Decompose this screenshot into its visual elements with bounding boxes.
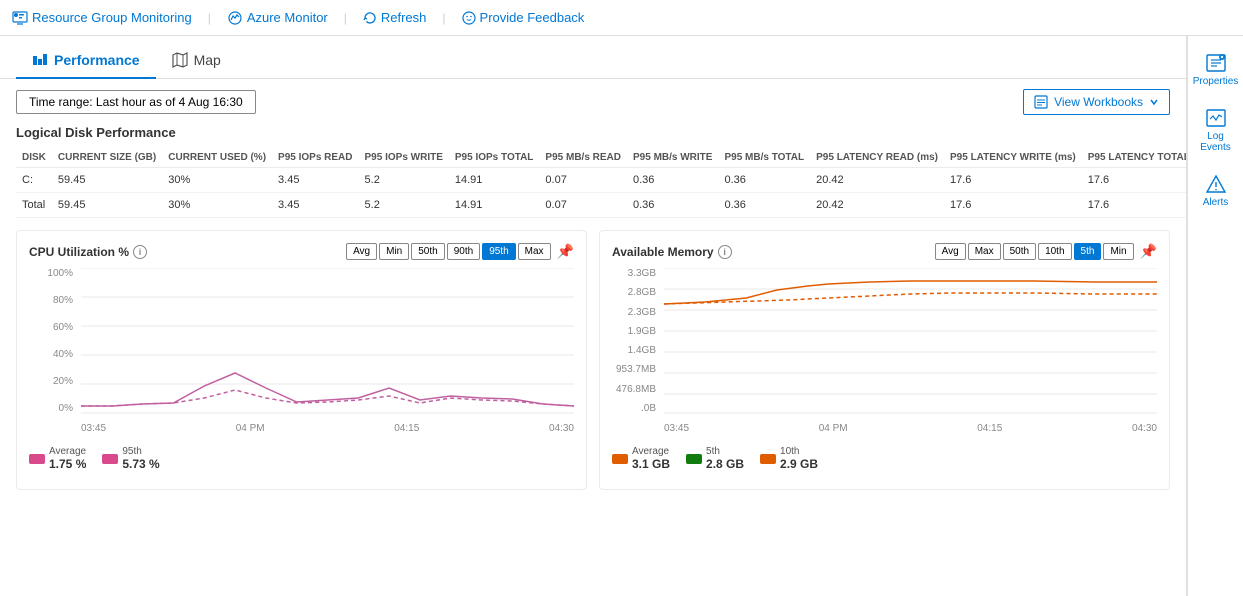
content-area: Performance Map Time range: Last hour as… <box>0 36 1187 596</box>
cpu-svg <box>81 268 574 414</box>
monitor-icon <box>12 10 28 26</box>
mem-10th-color <box>760 454 776 464</box>
cpu-legend-95th: 95th 5.73 % <box>102 446 159 471</box>
log-events-button[interactable]: Log Events <box>1188 99 1243 161</box>
disk-table-wrapper: DISK CURRENT SIZE (GB) CURRENT USED (%) … <box>0 148 1186 218</box>
memory-pin-icon[interactable]: 📌 <box>1140 243 1157 260</box>
mem-5th-btn[interactable]: 5th <box>1074 243 1102 260</box>
azure-monitor-icon <box>227 10 243 26</box>
mem-5th-color <box>686 454 702 464</box>
cpu-chart-title: CPU Utilization % i <box>29 245 147 259</box>
feedback-icon <box>462 11 476 25</box>
mem-max-btn[interactable]: Max <box>968 243 1001 260</box>
memory-chart-card: Available Memory i Avg Max 50th 10th 5th… <box>599 230 1170 490</box>
mem-legend-avg: Average 3.1 GB <box>612 446 670 471</box>
table-row: C:59.4530%3.455.214.910.070.360.3620.421… <box>16 168 1186 193</box>
log-events-icon <box>1205 107 1227 129</box>
cpu-50th-btn[interactable]: 50th <box>411 243 444 260</box>
mem-avg-btn[interactable]: Avg <box>935 243 966 260</box>
col-current-used: CURRENT USED (%) <box>162 148 272 168</box>
view-workbooks-button[interactable]: View Workbooks <box>1023 89 1170 115</box>
cpu-min-btn[interactable]: Min <box>379 243 409 260</box>
resource-group-monitoring-link[interactable]: Resource Group Monitoring <box>12 10 192 26</box>
disk-table-title: Logical Disk Performance <box>0 125 1186 148</box>
cpu-chart-buttons: Avg Min 50th 90th 95th Max 📌 <box>346 243 574 260</box>
col-p95-lat-read: P95 LATENCY READ (ms) <box>810 148 944 168</box>
cpu-chart-plot <box>81 268 574 414</box>
memory-svg <box>664 268 1157 414</box>
col-p95-mbs-total: P95 MB/s TOTAL <box>718 148 810 168</box>
cpu-95th-color <box>102 454 118 464</box>
refresh-icon <box>363 11 377 25</box>
main-container: Performance Map Time range: Last hour as… <box>0 36 1243 596</box>
col-p95-mbs-write: P95 MB/s WRITE <box>627 148 718 168</box>
table-header-row: DISK CURRENT SIZE (GB) CURRENT USED (%) … <box>16 148 1186 168</box>
cpu-chart-card: CPU Utilization % i Avg Min 50th 90th 95… <box>16 230 587 490</box>
memory-chart-legend: Average 3.1 GB 5th 2.8 GB <box>612 446 1157 471</box>
cpu-avg-color <box>29 454 45 464</box>
mem-50th-btn[interactable]: 50th <box>1003 243 1036 260</box>
memory-chart-title: Available Memory i <box>612 245 732 259</box>
cpu-95th-btn[interactable]: 95th <box>482 243 515 260</box>
alerts-button[interactable]: Alerts <box>1188 165 1243 216</box>
time-range-button[interactable]: Time range: Last hour as of 4 Aug 16:30 <box>16 90 256 114</box>
cpu-y-labels: 100% 80% 60% 40% 20% 0% <box>29 268 77 414</box>
memory-chart-header: Available Memory i Avg Max 50th 10th 5th… <box>612 243 1157 260</box>
mem-legend-10th: 10th 2.9 GB <box>760 446 818 471</box>
cpu-legend-avg: Average 1.75 % <box>29 446 86 471</box>
cpu-avg-btn[interactable]: Avg <box>346 243 377 260</box>
mem-avg-color <box>612 454 628 464</box>
col-p95-iops-read: P95 IOPs READ <box>272 148 358 168</box>
cpu-chart-header: CPU Utilization % i Avg Min 50th 90th 95… <box>29 243 574 260</box>
tabs-bar: Performance Map <box>0 36 1186 79</box>
table-row: Total59.4530%3.455.214.910.070.360.3620.… <box>16 193 1186 218</box>
properties-button[interactable]: Properties <box>1188 44 1243 95</box>
chevron-down-icon <box>1149 97 1159 107</box>
performance-tab-icon <box>32 52 48 68</box>
workbook-icon <box>1034 95 1048 109</box>
memory-chart-area: 3.3GB 2.8GB 2.3GB 1.9GB 1.4GB 953.7MB 47… <box>612 268 1157 438</box>
cpu-pin-icon[interactable]: 📌 <box>557 243 574 260</box>
disk-table-body: C:59.4530%3.455.214.910.070.360.3620.421… <box>16 168 1186 218</box>
col-p95-iops-total: P95 IOPs TOTAL <box>449 148 540 168</box>
cpu-max-btn[interactable]: Max <box>518 243 551 260</box>
toolbar: Time range: Last hour as of 4 Aug 16:30 … <box>0 79 1186 125</box>
tab-performance[interactable]: Performance <box>16 44 156 78</box>
col-disk: DISK <box>16 148 52 168</box>
mem-min-btn[interactable]: Min <box>1103 243 1133 260</box>
col-p95-lat-total: P95 LATENCY TOTAL (r <box>1082 148 1186 168</box>
mem-10th-btn[interactable]: 10th <box>1038 243 1071 260</box>
memory-y-labels: 3.3GB 2.8GB 2.3GB 1.9GB 1.4GB 953.7MB 47… <box>612 268 660 414</box>
charts-row: CPU Utilization % i Avg Min 50th 90th 95… <box>0 218 1186 502</box>
properties-icon <box>1205 52 1227 74</box>
col-p95-mbs-read: P95 MB/s READ <box>539 148 627 168</box>
memory-info-icon[interactable]: i <box>718 245 732 259</box>
memory-x-labels: 03:45 04 PM 04:15 04:30 <box>664 418 1157 438</box>
feedback-button[interactable]: Provide Feedback <box>462 10 585 25</box>
cpu-chart-legend: Average 1.75 % 95th 5.73 % <box>29 446 574 471</box>
map-tab-icon <box>172 52 188 68</box>
cpu-info-icon[interactable]: i <box>133 245 147 259</box>
top-bar: Resource Group Monitoring | Azure Monito… <box>0 0 1243 36</box>
azure-monitor-link[interactable]: Azure Monitor <box>227 10 328 26</box>
alerts-icon <box>1205 173 1227 195</box>
cpu-90th-btn[interactable]: 90th <box>447 243 480 260</box>
cpu-x-labels: 03:45 04 PM 04:15 04:30 <box>81 418 574 438</box>
memory-chart-buttons: Avg Max 50th 10th 5th Min 📌 <box>935 243 1157 260</box>
mem-legend-5th: 5th 2.8 GB <box>686 446 744 471</box>
col-current-size: CURRENT SIZE (GB) <box>52 148 162 168</box>
col-p95-lat-write: P95 LATENCY WRITE (ms) <box>944 148 1082 168</box>
refresh-button[interactable]: Refresh <box>363 10 427 25</box>
col-p95-iops-write: P95 IOPs WRITE <box>359 148 449 168</box>
cpu-chart-area: 100% 80% 60% 40% 20% 0% <box>29 268 574 438</box>
memory-chart-plot <box>664 268 1157 414</box>
right-sidebar: Properties Log Events Alerts <box>1187 36 1243 596</box>
disk-table: DISK CURRENT SIZE (GB) CURRENT USED (%) … <box>16 148 1186 218</box>
tab-map[interactable]: Map <box>156 44 237 78</box>
